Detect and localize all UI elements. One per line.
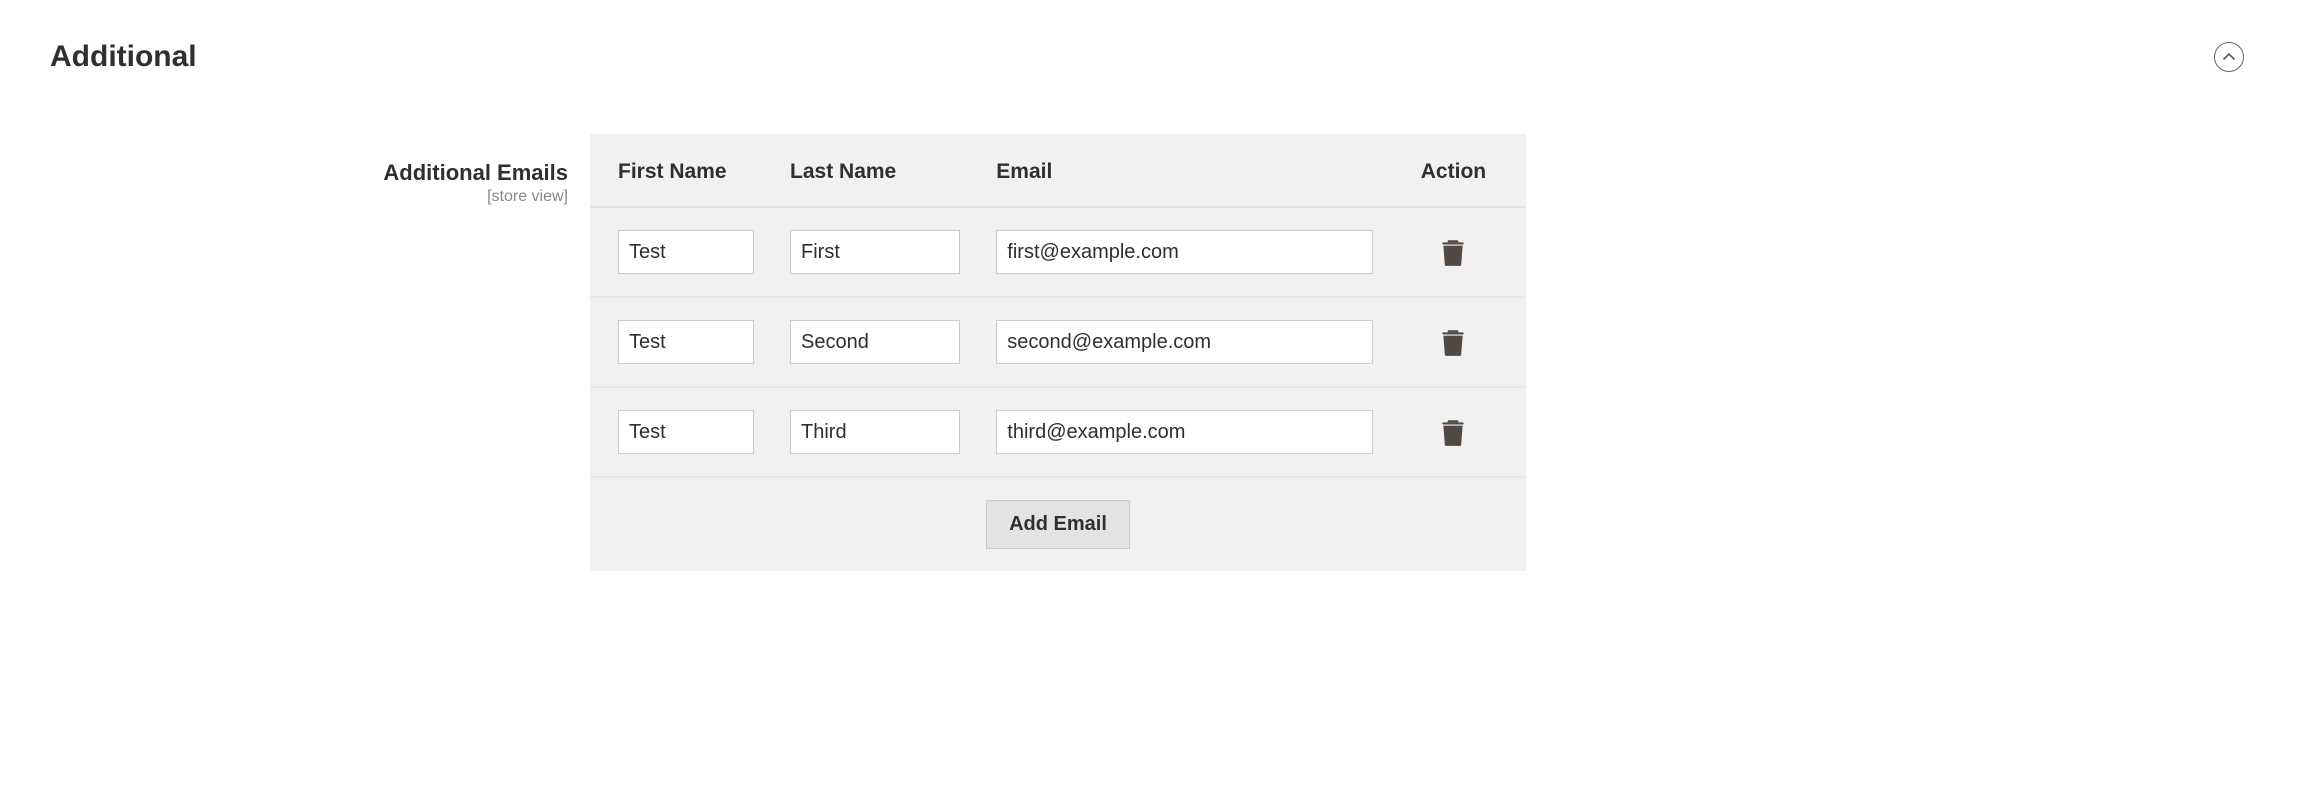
col-header-last-name: Last Name bbox=[772, 134, 978, 207]
delete-row-button[interactable] bbox=[1436, 413, 1470, 451]
email-input[interactable] bbox=[996, 320, 1373, 364]
emails-table: First Name Last Name Email Action bbox=[590, 134, 1526, 571]
table-row bbox=[590, 297, 1526, 387]
collapse-toggle[interactable] bbox=[2214, 42, 2244, 72]
field-label: Additional Emails [store view] bbox=[50, 134, 590, 206]
first-name-input[interactable] bbox=[618, 320, 754, 364]
table-row bbox=[590, 387, 1526, 477]
col-header-action: Action bbox=[1391, 134, 1526, 207]
delete-row-button[interactable] bbox=[1436, 233, 1470, 271]
table-row bbox=[590, 207, 1526, 297]
email-input[interactable] bbox=[996, 230, 1373, 274]
first-name-input[interactable] bbox=[618, 230, 754, 274]
table-footer: Add Email bbox=[590, 477, 1526, 571]
add-email-button[interactable]: Add Email bbox=[986, 500, 1130, 549]
email-input[interactable] bbox=[996, 410, 1373, 454]
last-name-input[interactable] bbox=[790, 230, 960, 274]
field-label-text: Additional Emails bbox=[383, 160, 568, 185]
trash-icon bbox=[1440, 237, 1466, 267]
field-scope-text: [store view] bbox=[50, 188, 568, 206]
first-name-input[interactable] bbox=[618, 410, 754, 454]
trash-icon bbox=[1440, 327, 1466, 357]
chevron-up-icon bbox=[2223, 51, 2235, 63]
col-header-email: Email bbox=[978, 134, 1391, 207]
section-title: Additional bbox=[50, 40, 197, 74]
last-name-input[interactable] bbox=[790, 410, 960, 454]
delete-row-button[interactable] bbox=[1436, 323, 1470, 361]
section-header: Additional bbox=[50, 40, 2256, 74]
last-name-input[interactable] bbox=[790, 320, 960, 364]
field-content: First Name Last Name Email Action bbox=[590, 134, 1526, 571]
col-header-first-name: First Name bbox=[590, 134, 772, 207]
trash-icon bbox=[1440, 417, 1466, 447]
additional-emails-field: Additional Emails [store view] First Nam… bbox=[50, 134, 2256, 571]
